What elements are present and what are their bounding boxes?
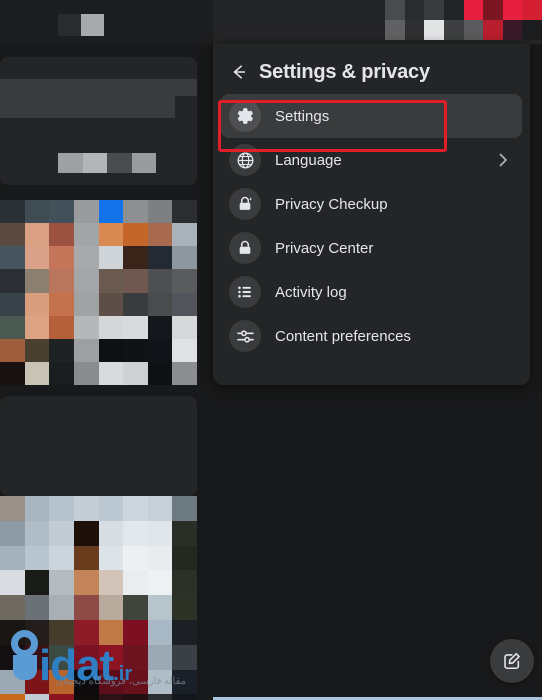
chevron-right-icon bbox=[494, 151, 512, 169]
blurred-text-line bbox=[0, 79, 197, 96]
settings-privacy-panel: Settings & privacy Settings bbox=[213, 44, 530, 385]
feed-post-card[interactable] bbox=[0, 57, 197, 185]
menu-item-content-preferences[interactable]: Content preferences bbox=[221, 314, 522, 358]
lock-sparkle-icon bbox=[229, 188, 261, 220]
menu-item-privacy-checkup[interactable]: Privacy Checkup bbox=[221, 182, 522, 226]
menu-item-label: Language bbox=[275, 152, 494, 169]
list-icon bbox=[229, 276, 261, 308]
settings-menu-list: Settings Language bbox=[221, 94, 522, 358]
feed-photo[interactable] bbox=[0, 496, 197, 700]
menu-item-label: Content preferences bbox=[275, 328, 514, 345]
censored-photo-two bbox=[0, 496, 197, 700]
lock-icon bbox=[229, 232, 261, 264]
menu-item-label: Settings bbox=[275, 108, 514, 125]
feed-post-card[interactable] bbox=[0, 396, 197, 496]
blurred-text-line bbox=[0, 96, 175, 118]
top-bar-left-region bbox=[0, 0, 213, 44]
feed-photo[interactable] bbox=[0, 200, 197, 385]
menu-item-privacy-center[interactable]: Privacy Center bbox=[221, 226, 522, 270]
censored-card-label bbox=[58, 153, 156, 173]
globe-icon bbox=[229, 144, 261, 176]
menu-item-activity-log[interactable]: Activity log bbox=[221, 270, 522, 314]
gear-icon bbox=[229, 100, 261, 132]
menu-item-label: Activity log bbox=[275, 284, 514, 301]
compose-button[interactable] bbox=[490, 639, 534, 683]
censored-photo-one bbox=[0, 200, 197, 385]
censored-topbar-right bbox=[385, 0, 542, 40]
feed-column bbox=[0, 44, 213, 700]
panel-header: Settings & privacy bbox=[221, 52, 522, 92]
menu-item-language[interactable]: Language bbox=[221, 138, 522, 182]
page-title: Settings & privacy bbox=[259, 61, 430, 84]
censored-topbar-left bbox=[58, 14, 104, 36]
app-root: idat .ir مقاله فارسی، فروشگاه دیجیتال Se… bbox=[0, 0, 542, 700]
menu-item-label: Privacy Center bbox=[275, 240, 514, 257]
compose-edit-icon bbox=[502, 651, 522, 671]
back-arrow-icon[interactable] bbox=[225, 58, 253, 86]
sliders-icon bbox=[229, 320, 261, 352]
menu-item-label: Privacy Checkup bbox=[275, 196, 514, 213]
top-bar bbox=[0, 0, 542, 44]
menu-item-settings[interactable]: Settings bbox=[221, 94, 522, 138]
